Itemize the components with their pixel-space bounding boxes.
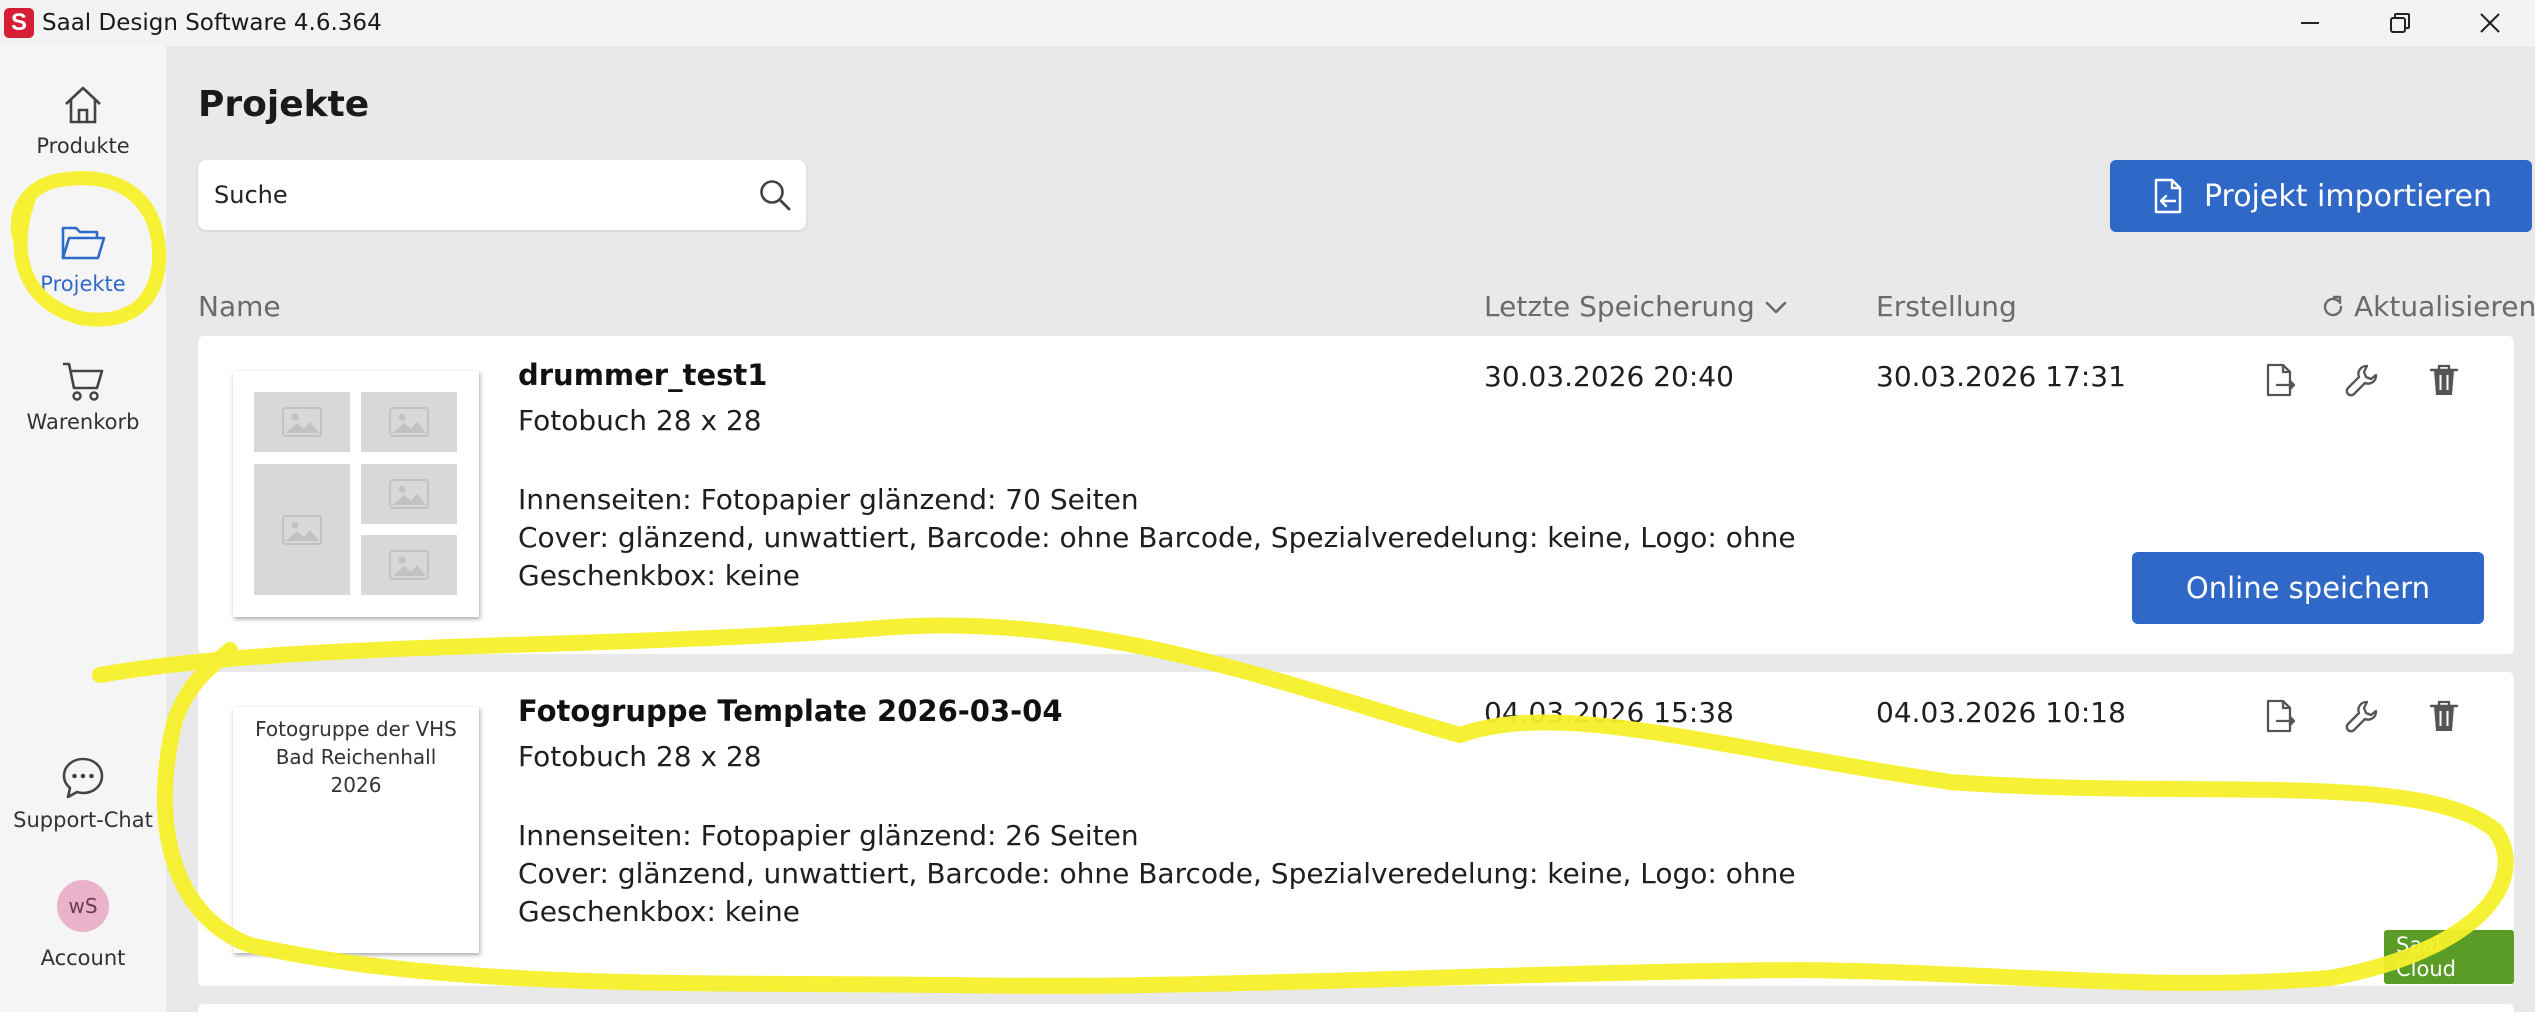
image-placeholder-icon	[361, 464, 457, 524]
project-name: Fotogruppe Template 2026-03-04	[518, 694, 1063, 728]
sidebar-item-label: Projekte	[40, 272, 126, 296]
chevron-down-icon	[1765, 301, 1787, 313]
refresh-icon	[2323, 295, 2343, 316]
folder-open-icon	[61, 226, 106, 260]
wrench-icon	[2345, 364, 2378, 397]
sidebar-item-label: Account	[40, 946, 126, 970]
edit-settings-button[interactable]	[2340, 694, 2384, 738]
image-placeholder-icon	[254, 464, 350, 595]
refresh-label: Aktualisieren	[2354, 290, 2535, 323]
edit-settings-button[interactable]	[2340, 358, 2384, 402]
column-header-name[interactable]: Name	[198, 290, 281, 323]
close-button[interactable]	[2445, 0, 2535, 46]
project-created: 30.03.2026 17:31	[1876, 360, 2126, 393]
restore-icon	[2390, 13, 2410, 33]
image-placeholder-icon	[361, 535, 457, 595]
project-card[interactable]: drummer_test1 Fotobuch 28 x 28 Innenseit…	[198, 336, 2514, 654]
title-bar: S Saal Design Software 4.6.364	[0, 0, 2535, 46]
sidebar-item-label: Produkte	[36, 134, 130, 158]
cart-icon	[63, 362, 104, 401]
main-content: Projekte Projekt importieren Name Letzte…	[166, 46, 2535, 1012]
project-detail-line: Innenseiten: Fotopapier glänzend: 70 Sei…	[518, 483, 1139, 516]
sidebar-item-warenkorb[interactable]: Warenkorb	[0, 358, 166, 434]
column-header-created[interactable]: Erstellung	[1876, 290, 2017, 323]
search-box	[198, 160, 806, 230]
project-card[interactable]	[198, 1004, 2514, 1012]
project-created: 04.03.2026 10:18	[1876, 696, 2126, 729]
trash-icon	[2429, 364, 2459, 395]
window-controls	[2265, 0, 2535, 46]
delete-button[interactable]	[2422, 694, 2466, 738]
project-product: Fotobuch 28 x 28	[518, 740, 762, 773]
sidebar-item-label: Support-Chat	[13, 808, 153, 832]
column-header-label: Letzte Speicherung	[1484, 290, 1755, 323]
sidebar-item-account[interactable]: wS Account	[0, 880, 166, 970]
project-detail-line: Geschenkbox: keine	[518, 559, 800, 592]
wrench-icon	[2345, 700, 2378, 733]
search-icon[interactable]	[758, 178, 792, 212]
restore-button[interactable]	[2355, 0, 2445, 46]
search-input[interactable]	[214, 181, 734, 209]
online-save-button[interactable]: Online speichern	[2132, 552, 2484, 624]
project-last-saved: 04.03.2026 15:38	[1484, 696, 1734, 729]
sidebar: Produkte Projekte Warenkorb Support-Chat…	[0, 46, 166, 1012]
chat-icon	[62, 757, 104, 799]
home-icon	[65, 86, 101, 124]
project-detail-line: Cover: glänzend, unwattiert, Barcode: oh…	[518, 857, 1796, 890]
project-card[interactable]: Fotogruppe der VHS Bad Reichenhall 2026 …	[198, 672, 2514, 986]
project-detail-line: Cover: glänzend, unwattiert, Barcode: oh…	[518, 521, 1796, 554]
project-actions	[2258, 358, 2466, 402]
sidebar-item-label: Warenkorb	[26, 410, 140, 434]
export-button[interactable]	[2258, 358, 2302, 402]
import-project-label: Projekt importieren	[2203, 178, 2493, 214]
export-icon	[2266, 363, 2296, 397]
avatar: wS	[57, 880, 109, 932]
trash-icon	[2429, 700, 2459, 731]
sidebar-item-support-chat[interactable]: Support-Chat	[0, 754, 166, 832]
import-icon	[2154, 178, 2182, 214]
project-detail-line: Geschenkbox: keine	[518, 895, 800, 928]
minimize-button[interactable]	[2265, 0, 2355, 46]
project-details: Innenseiten: Fotopapier glänzend: 26 Sei…	[518, 817, 1796, 931]
project-actions	[2258, 694, 2466, 738]
image-placeholder-icon	[254, 392, 350, 452]
sidebar-item-projekte[interactable]: Projekte	[0, 220, 166, 296]
minimize-icon	[2301, 22, 2319, 24]
image-placeholder-icon	[361, 392, 457, 452]
project-product: Fotobuch 28 x 28	[518, 404, 762, 437]
window-title: Saal Design Software 4.6.364	[42, 10, 382, 36]
refresh-button[interactable]: Aktualisieren	[2320, 290, 2535, 323]
sidebar-item-produkte[interactable]: Produkte	[0, 82, 166, 158]
project-last-saved: 30.03.2026 20:40	[1484, 360, 1734, 393]
project-thumbnail[interactable]	[233, 371, 479, 617]
close-icon	[2480, 13, 2500, 33]
project-name: drummer_test1	[518, 358, 768, 392]
column-header-last-saved[interactable]: Letzte Speicherung	[1484, 290, 1789, 323]
project-thumbnail[interactable]: Fotogruppe der VHS Bad Reichenhall 2026	[233, 707, 479, 953]
project-details: Innenseiten: Fotopapier glänzend: 70 Sei…	[518, 481, 1796, 595]
saal-cloud-badge: Saal Cloud	[2384, 930, 2514, 984]
page-title: Projekte	[198, 84, 370, 125]
delete-button[interactable]	[2422, 358, 2466, 402]
project-detail-line: Innenseiten: Fotopapier glänzend: 26 Sei…	[518, 819, 1139, 852]
export-icon	[2266, 699, 2296, 733]
export-button[interactable]	[2258, 694, 2302, 738]
app-logo: S	[4, 8, 34, 38]
thumbnail-cover-text: Fotogruppe der VHS Bad Reichenhall 2026	[255, 717, 457, 797]
import-project-button[interactable]: Projekt importieren	[2110, 160, 2532, 232]
